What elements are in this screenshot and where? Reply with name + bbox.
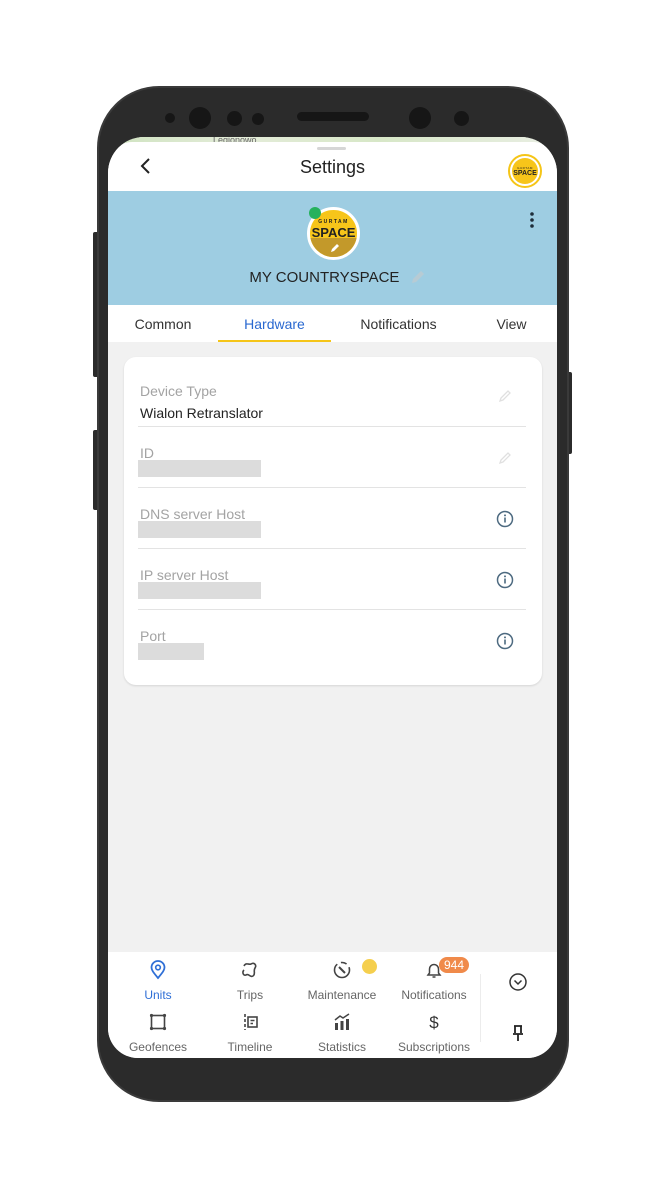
top-bar: Settings GURTAM SPACE: [108, 142, 557, 191]
nav-timeline[interactable]: Timeline: [204, 1006, 296, 1058]
page-title: Settings: [299, 157, 366, 177]
phone-speaker: [297, 112, 369, 121]
dollar-icon: $: [429, 1013, 439, 1032]
nav-label: Maintenance: [307, 988, 377, 1002]
phone-sensor: [252, 113, 264, 125]
tab-notifications[interactable]: Notifications: [331, 305, 466, 342]
nav-geofences[interactable]: Geofences: [112, 1006, 204, 1058]
pencil-icon[interactable]: [495, 448, 515, 468]
field-label: Port: [140, 628, 166, 644]
timeline-icon: [244, 1014, 258, 1030]
nav-label: Timeline: [227, 1040, 273, 1054]
nav-divider: [480, 974, 481, 1042]
tab-common[interactable]: Common: [108, 305, 218, 342]
drag-handle[interactable]: [317, 147, 346, 150]
redacted-value: [138, 460, 261, 477]
route-icon: [242, 962, 257, 978]
nav-label: Units: [144, 988, 172, 1002]
tab-view[interactable]: View: [466, 305, 557, 342]
more-options-icon[interactable]: [527, 211, 537, 229]
phone-camera: [189, 107, 211, 129]
edit-name-pencil-icon[interactable]: [410, 269, 426, 285]
nav-trips[interactable]: Trips: [204, 954, 296, 1006]
nav-subscriptions[interactable]: $ Subscriptions: [388, 1006, 480, 1058]
svg-text:$: $: [429, 1013, 439, 1032]
field-dns-server-host[interactable]: DNS server Host: [138, 487, 526, 548]
edit-avatar-pencil-icon[interactable]: [329, 242, 341, 254]
nav-label: Trips: [236, 988, 264, 1002]
unit-name: MY COUNTRYSPACE: [249, 269, 400, 286]
info-icon[interactable]: [495, 631, 515, 651]
field-id[interactable]: ID: [138, 426, 526, 487]
phone-sensor: [227, 111, 242, 126]
phone-camera: [409, 107, 431, 129]
field-label: DNS server Host: [140, 506, 246, 522]
online-status-dot: [309, 207, 321, 219]
wrench-clock-icon: [333, 961, 351, 979]
phone-sensor: [454, 111, 469, 126]
field-port[interactable]: Port: [138, 609, 526, 670]
app-screen: Legionowo Settings GURTAM SPACE GURTAM S…: [108, 137, 557, 1058]
settings-tabs: Common Hardware Notifications View: [108, 305, 557, 342]
nav-label: Subscriptions: [397, 1040, 471, 1054]
field-label: IP server Host: [140, 567, 229, 583]
avatar-main-text: SPACE: [311, 225, 356, 240]
pencil-icon[interactable]: [495, 386, 515, 406]
field-value: Wialon Retranslator: [140, 405, 263, 421]
nav-label: Geofences: [128, 1040, 188, 1054]
unit-name-row: MY COUNTRYSPACE: [108, 269, 557, 286]
info-icon[interactable]: [495, 570, 515, 590]
field-device-type[interactable]: Device Type Wialon Retranslator: [138, 365, 526, 426]
eye-badge-icon: [362, 959, 377, 974]
nav-label: Statistics: [317, 1040, 366, 1054]
nav-statistics[interactable]: Statistics: [296, 1006, 388, 1058]
redacted-value: [138, 643, 204, 660]
phone-sensor: [165, 113, 175, 123]
info-icon[interactable]: [495, 509, 515, 529]
location-pin-icon: [150, 960, 166, 980]
bottom-navigation: Units Trips Maintenance Notifications 94…: [108, 952, 557, 1058]
brand-logo[interactable]: GURTAM SPACE: [508, 154, 542, 188]
bar-chart-icon: [334, 1013, 350, 1030]
unit-header: GURTAM SPACE MY COUNTRYSPACE: [108, 191, 557, 305]
nav-units[interactable]: Units: [112, 954, 204, 1006]
field-label: ID: [140, 445, 154, 461]
redacted-value: [138, 582, 261, 599]
notifications-count-badge: 944: [439, 957, 470, 973]
brand-logo-main-text: SPACE: [513, 169, 537, 177]
redacted-value: [138, 521, 261, 538]
field-label: Device Type: [140, 383, 217, 399]
field-ip-server-host[interactable]: IP server Host: [138, 548, 526, 609]
pin-icon[interactable]: [510, 1024, 526, 1042]
geofence-square-icon: [149, 1013, 167, 1031]
tab-hardware[interactable]: Hardware: [218, 305, 331, 342]
hardware-card: Device Type Wialon Retranslator ID DNS s…: [124, 357, 542, 685]
nav-label: Notifications: [401, 988, 467, 1002]
chevron-down-circle-icon[interactable]: [508, 972, 528, 992]
